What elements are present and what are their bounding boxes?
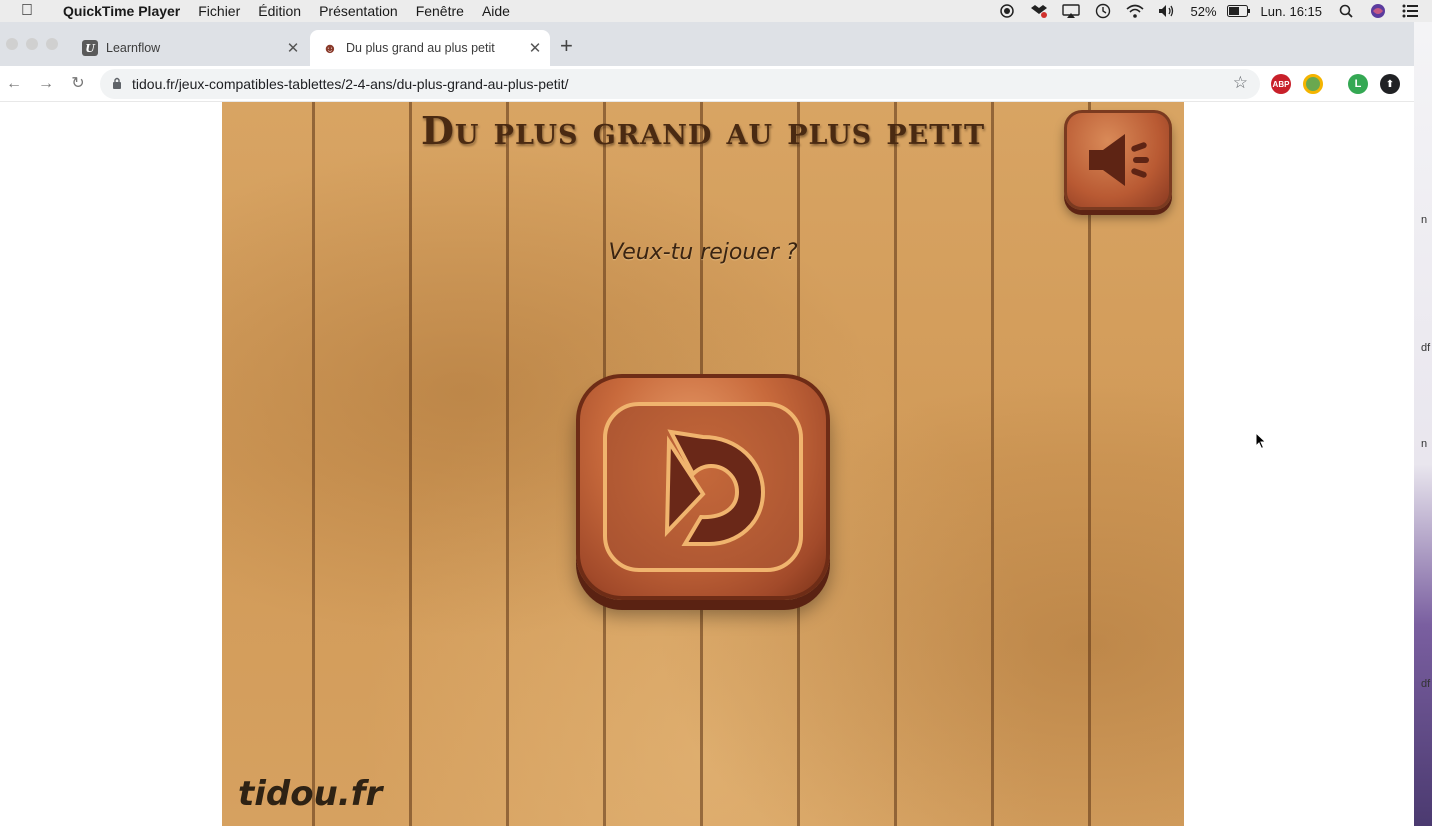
- status-area: 52% Lun. 16:15: [991, 0, 1426, 22]
- close-window-button[interactable]: [6, 38, 18, 50]
- minimize-window-button[interactable]: [26, 38, 38, 50]
- learnflow-favicon-icon: U: [82, 40, 98, 56]
- desktop-file-label[interactable]: df: [1421, 342, 1430, 354]
- wifi-icon[interactable]: [1119, 0, 1151, 22]
- tab-title: Learnflow: [106, 41, 161, 55]
- macos-menubar:  QuickTime Player Fichier Édition Prése…: [0, 0, 1432, 22]
- battery-percent: 52%: [1190, 3, 1217, 19]
- tab-du-plus-grand[interactable]: ☻ Du plus grand au plus petit ✕: [310, 30, 550, 66]
- address-bar[interactable]: tidou.fr/jeux-compatibles-tablettes/2-4-…: [100, 69, 1260, 99]
- desktop-background: [1414, 22, 1432, 826]
- time-machine-icon[interactable]: [1087, 0, 1119, 22]
- dropbox-icon[interactable]: [1023, 0, 1055, 22]
- mouse-cursor-icon: [1255, 432, 1267, 450]
- sound-toggle-button[interactable]: [1064, 110, 1172, 210]
- profile-avatar[interactable]: L: [1348, 74, 1368, 94]
- chrome-window: U Learnflow ✕ ☻ Du plus grand au plus pe…: [0, 22, 1414, 826]
- menu-fenetre[interactable]: Fenêtre: [407, 0, 473, 22]
- airplay-icon[interactable]: [1055, 0, 1087, 22]
- game-canvas[interactable]: Du plus grand au plus petit Veux-tu rejo…: [222, 102, 1184, 826]
- desktop-file-label[interactable]: df: [1421, 678, 1430, 690]
- bookmark-star-icon[interactable]: ☆: [1233, 73, 1248, 93]
- apple-menu-icon[interactable]: : [0, 2, 54, 20]
- replay-prompt: Veux-tu rejouer ?: [608, 240, 798, 265]
- window-controls: [6, 38, 58, 50]
- menubar-clock: Lun. 16:15: [1260, 3, 1322, 19]
- forward-arrow-icon[interactable]: →: [34, 72, 58, 96]
- tab-title: Du plus grand au plus petit: [346, 41, 495, 55]
- reload-icon[interactable]: ↻: [66, 72, 90, 96]
- lock-icon[interactable]: [112, 77, 122, 92]
- screen-record-icon[interactable]: [991, 0, 1023, 22]
- extension-globe-icon[interactable]: [1303, 74, 1323, 94]
- menu-app-name[interactable]: QuickTime Player: [54, 0, 189, 22]
- siri-icon[interactable]: [1362, 0, 1394, 22]
- desktop-file-label[interactable]: n: [1421, 214, 1427, 226]
- menu-edition[interactable]: Édition: [249, 0, 310, 22]
- new-tab-icon[interactable]: +: [560, 34, 573, 58]
- notification-center-icon[interactable]: [1394, 0, 1426, 22]
- speaker-icon: [1089, 134, 1149, 186]
- desktop-file-label[interactable]: n: [1421, 438, 1427, 450]
- tab-learnflow[interactable]: U Learnflow ✕: [72, 30, 308, 66]
- update-icon[interactable]: ⬆: [1380, 74, 1400, 94]
- replay-button[interactable]: [576, 374, 830, 600]
- fullscreen-window-button[interactable]: [46, 38, 58, 50]
- tidou-brand-logo: tidou.fr: [238, 774, 383, 814]
- adblock-icon[interactable]: ABP: [1271, 74, 1291, 94]
- replay-button-face: [603, 402, 803, 572]
- back-arrow-icon[interactable]: ←: [2, 72, 26, 96]
- browser-toolbar: ← → ↻ tidou.fr/jeux-compatibles-tablette…: [0, 66, 1414, 102]
- volume-icon[interactable]: [1151, 0, 1183, 22]
- menu-presentation[interactable]: Présentation: [310, 0, 407, 22]
- menu-aide[interactable]: Aide: [473, 0, 519, 22]
- battery-icon[interactable]: [1225, 0, 1253, 22]
- replay-arrow-icon: [664, 429, 766, 546]
- game-title: Du plus grand au plus petit: [420, 108, 986, 153]
- menu-fichier[interactable]: Fichier: [189, 0, 249, 22]
- close-tab-icon[interactable]: ✕: [524, 39, 546, 57]
- url-text[interactable]: tidou.fr/jeux-compatibles-tablettes/2-4-…: [132, 76, 569, 92]
- page-content: Du plus grand au plus petit Veux-tu rejo…: [0, 102, 1414, 826]
- spotlight-search-icon[interactable]: [1330, 0, 1362, 22]
- tidou-favicon-icon: ☻: [322, 40, 338, 56]
- tab-strip: U Learnflow ✕ ☻ Du plus grand au plus pe…: [0, 22, 1414, 66]
- close-tab-icon[interactable]: ✕: [282, 39, 304, 57]
